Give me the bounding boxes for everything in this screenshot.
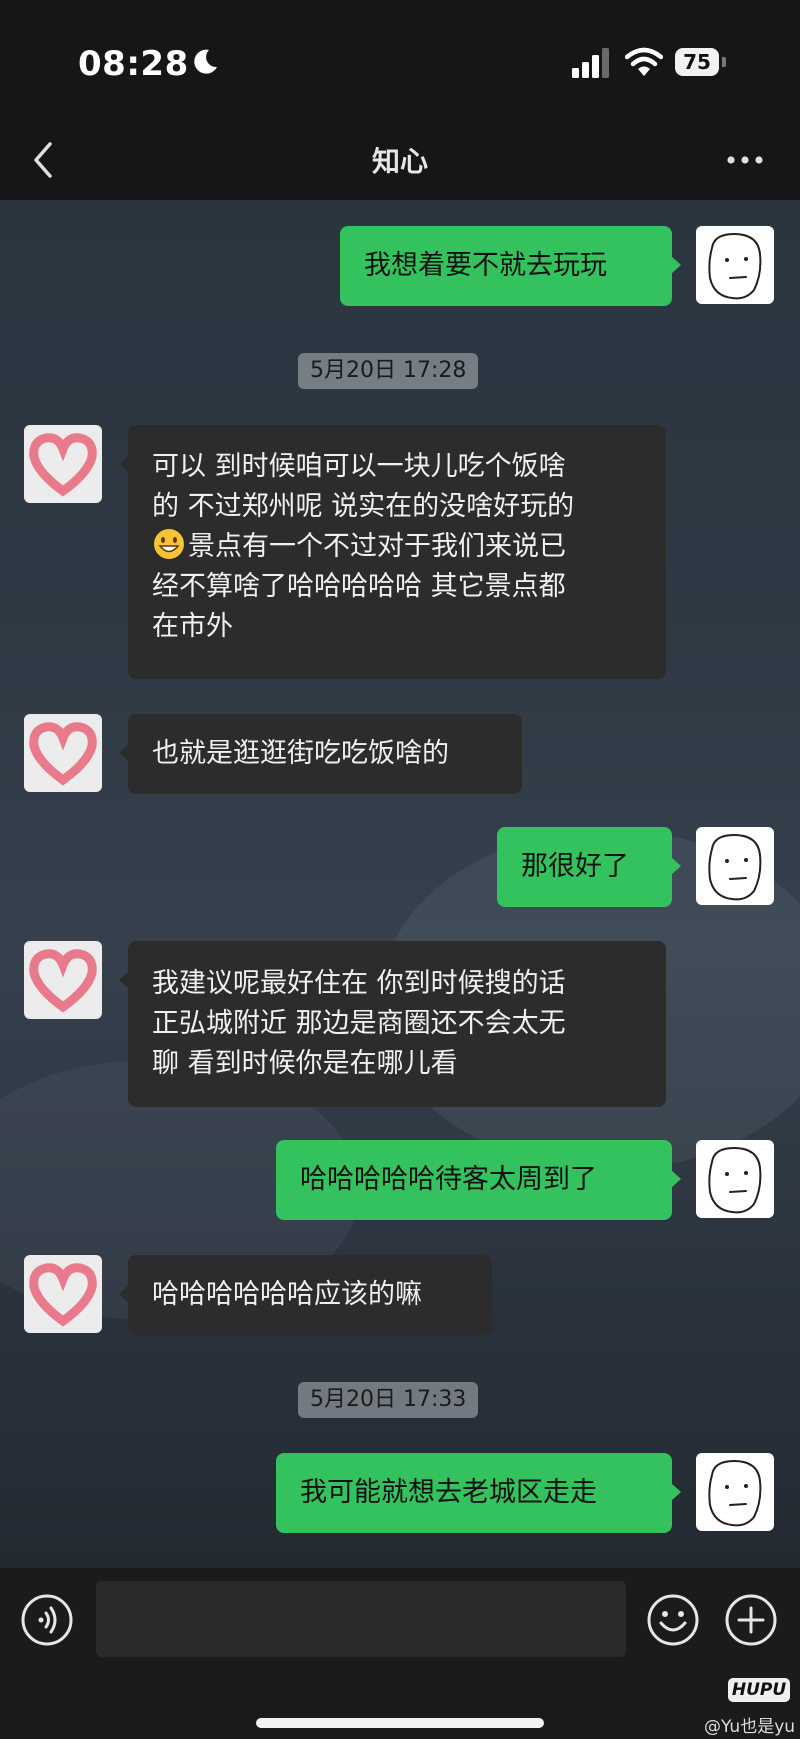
contact-name[interactable]: 知心: [0, 140, 800, 180]
hupu-logo: HUPU: [728, 1678, 790, 1702]
message-text: 也就是逛逛街吃吃饭啥的: [152, 738, 449, 769]
message-text: 我可能就想去老城区走走: [300, 1477, 597, 1508]
message-text: 那很好了: [521, 851, 629, 882]
battery-icon: 75: [675, 48, 727, 76]
voice-icon[interactable]: [20, 1593, 74, 1647]
rage-face-avatar[interactable]: [696, 827, 774, 905]
timestamp: 5月20日 17:28: [298, 353, 479, 389]
rage-face-avatar[interactable]: [696, 1140, 774, 1218]
rage-face-avatar[interactable]: [696, 1453, 774, 1531]
message-bubble-received[interactable]: 哈哈哈哈哈哈应该的嘛: [119, 1255, 492, 1335]
wifi-icon: [625, 47, 663, 76]
message-bubble-received[interactable]: 可以 到时候咱可以一块儿吃个饭啥 的 不过郑州呢 说实在的没啥好玩的 景点有一个…: [119, 425, 666, 679]
message-text: 景点有一个不过对于我们来说已: [188, 531, 566, 562]
battery-level: 75: [675, 48, 719, 76]
plus-icon[interactable]: [724, 1593, 778, 1647]
message-bubble-received[interactable]: 也就是逛逛街吃吃饭啥的: [119, 714, 522, 794]
rage-face-avatar[interactable]: [696, 226, 774, 304]
message-bubble-sent[interactable]: 我想着要不就去玩玩: [340, 226, 681, 306]
heart-avatar[interactable]: [24, 941, 102, 1019]
heart-avatar[interactable]: [24, 714, 102, 792]
message-text: 的 不过郑州呢 说实在的没啥好玩的: [152, 491, 575, 522]
chat-header: 知心: [0, 120, 800, 200]
message-text: 正弘城附近 那边是商圈还不会太无: [152, 1008, 566, 1039]
emoji-icon[interactable]: [646, 1593, 700, 1647]
grinning-face-emoji: [154, 529, 184, 559]
message-text: 可以 到时候咱可以一块儿吃个饭啥: [152, 451, 566, 482]
chat-area[interactable]: 我想着要不就去玩玩 5月20日 17:28 可以 到时候咱可以一块儿吃个饭啥 的…: [0, 200, 800, 1568]
message-text: 在市外: [152, 611, 233, 642]
timestamp: 5月20日 17:33: [298, 1382, 479, 1418]
message-bubble-sent[interactable]: 那很好了: [497, 827, 681, 907]
message-text: 哈哈哈哈哈哈应该的嘛: [152, 1279, 422, 1310]
message-bubble-received[interactable]: 我建议呢最好住在 你到时候搜的话 正弘城附近 那边是商圈还不会太无 聊 看到时候…: [119, 941, 666, 1107]
heart-avatar[interactable]: [24, 425, 102, 503]
message-text: 我建议呢最好住在 你到时候搜的话: [152, 968, 566, 999]
clock: 08:28: [78, 44, 189, 84]
signal-icon: [572, 48, 609, 78]
more-icon[interactable]: [725, 146, 765, 174]
message-text: 经不算啥了哈哈哈哈哈 其它景点都: [152, 571, 566, 602]
message-text: 哈哈哈哈哈待客太周到了: [300, 1164, 597, 1195]
status-bar: 08:28 75: [0, 0, 800, 120]
watermark-username: @Yu也是yu: [704, 1717, 796, 1737]
message-bubble-sent[interactable]: 哈哈哈哈哈待客太周到了: [276, 1140, 681, 1220]
message-text: 聊 看到时候你是在哪儿看: [152, 1048, 458, 1079]
message-text: 我想着要不就去玩玩: [364, 250, 607, 281]
heart-avatar[interactable]: [24, 1255, 102, 1333]
input-bar: HUPU @Yu也是yu: [0, 1568, 800, 1739]
moon-icon: [194, 49, 217, 74]
home-indicator[interactable]: [256, 1718, 544, 1728]
message-bubble-sent[interactable]: 我可能就想去老城区走走: [276, 1453, 681, 1533]
message-input[interactable]: [96, 1581, 626, 1657]
